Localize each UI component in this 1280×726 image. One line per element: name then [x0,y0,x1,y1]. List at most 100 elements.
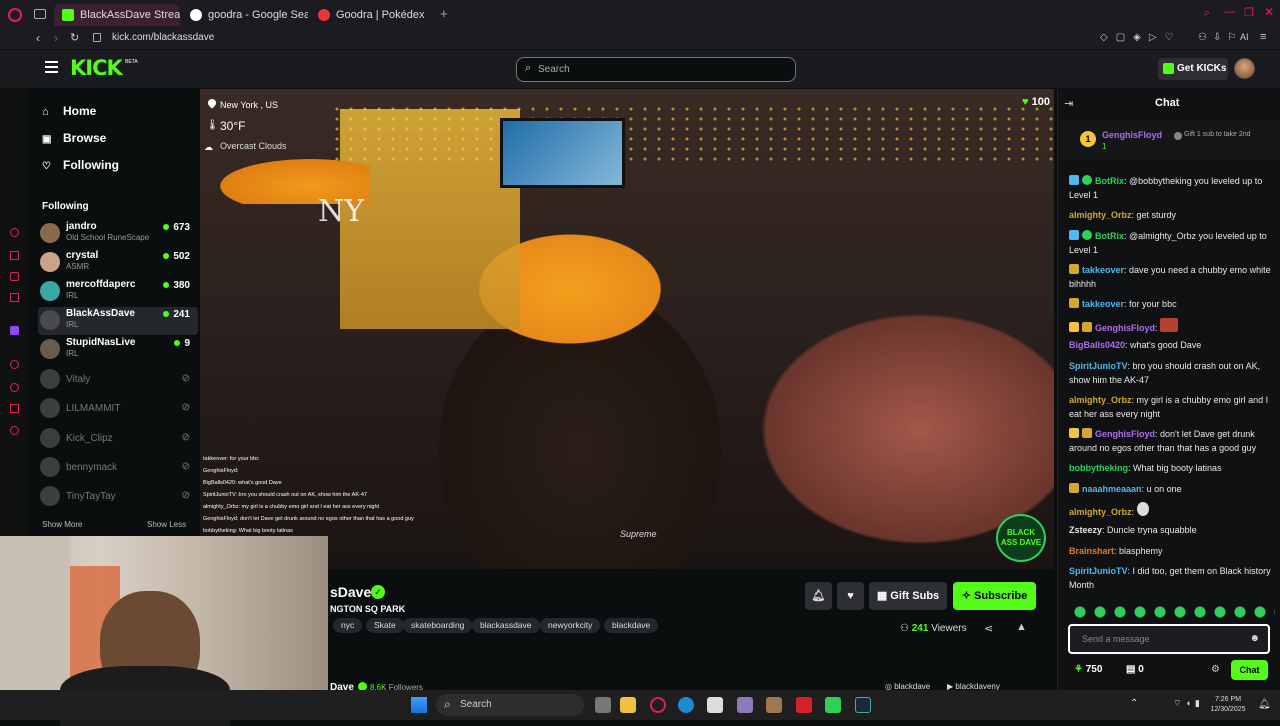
send-chat-button[interactable]: Chat [1231,660,1268,680]
pinned-gifter: 1 GenghisFloyd 1 Gift 1 sub to take 2nd [1058,119,1280,161]
sidebar-settings-icon[interactable] [10,426,19,435]
sidebar-twitch-icon[interactable] [10,326,19,335]
new-tab-icon[interactable]: + [440,6,448,21]
search-tabs-icon[interactable]: ⌕ [1204,7,1210,20]
chat-panel: ⇥ Chat 1 GenghisFloyd 1 Gift 1 sub to ta… [1057,89,1280,690]
channel-mercoffdaperc[interactable]: mercoffdaperc IRL 380 [38,278,198,306]
subscribe-button[interactable]: ✧ Subscribe [953,582,1036,610]
store-button[interactable]: ▤ 0 [1126,664,1144,675]
sidebar-messenger-icon[interactable] [10,272,19,281]
ai-button[interactable]: AI [1240,32,1249,42]
channel-stupidnaslive[interactable]: StupidNasLive IRL 9 [38,336,198,364]
channel-blackassdave[interactable]: BlackAssDave IRL 241 [38,307,198,335]
nav-following[interactable]: ♡ Following [42,158,119,172]
channel-bennymack[interactable]: bennymack ⊘ [38,454,198,482]
maximize-icon[interactable]: ❐ [1244,6,1254,19]
chat-message: BigBalls0420: what's good Dave [1069,340,1202,350]
stream-title: NGTON SQ PARK [330,604,406,614]
report-icon[interactable]: ▲ [1016,621,1027,633]
emoji-icon[interactable]: ☻ [1249,633,1260,644]
kick-logo[interactable]: KICK [70,56,123,80]
channel-tinytaytay[interactable]: TinyTayTay ⊘ [38,483,198,511]
avatar [40,398,60,418]
channel-vitaly[interactable]: Vitaly ⊘ [38,366,198,394]
steam-icon[interactable] [855,697,871,713]
show-less-button[interactable]: Show Less [147,520,186,529]
tag-skateboarding[interactable]: skateboarding [403,618,473,633]
tab-google-search[interactable]: goodra - Google Search [182,4,308,26]
clock[interactable]: 7:26 PM 12/30/2025 [1210,695,1246,715]
tag-blackassdave[interactable]: blackassdave [472,618,540,633]
get-kicks-button[interactable]: Get KICKs [1158,58,1228,80]
tray-status-icons[interactable]: ⌔◖▮ [1173,698,1204,709]
opera-logo-icon[interactable] [8,8,22,22]
gift-subs-button[interactable]: ▦ Gift Subs [869,582,947,610]
app-icon[interactable] [737,697,753,713]
sidebar-whatsapp-icon[interactable] [10,293,19,302]
forward-icon[interactable]: › [54,31,58,45]
toolbar-menu-icons[interactable]: ⚇⇩⚐ [1198,32,1242,43]
collapse-chat-icon[interactable]: ⇥ [1064,97,1073,110]
rank-1-icon: 1 [1080,131,1096,147]
tag-skate[interactable]: Skate [366,618,404,633]
url-field[interactable]: kick.com/blackassdave [112,32,214,43]
close-window-icon[interactable]: ✕ [1264,5,1274,19]
sidebar-bookmarks-icon[interactable] [10,251,19,260]
file-explorer-icon[interactable] [620,697,636,713]
show-more-button[interactable]: Show More [42,520,82,529]
edge-icon[interactable] [678,697,694,713]
search-input[interactable]: ⌕ Search [516,57,796,82]
cloud-icon: ☁ [204,142,213,152]
user-avatar[interactable] [1234,58,1255,79]
kick-taskbar-icon[interactable] [825,697,841,713]
windows-start-icon[interactable] [411,697,427,713]
live-dot-icon [174,340,181,347]
thermometer-icon: 🌡 [206,120,219,131]
hamburger-menu-icon[interactable] [45,61,58,63]
sidebar-extensions-icon[interactable] [10,404,19,413]
tag-blackdave[interactable]: blackdave [604,618,659,633]
points-icon: ⚘ [1074,664,1086,675]
chat-message: almighty_Orbz: get sturdy [1069,210,1177,220]
chat-settings-icon[interactable]: ⚙ [1211,664,1220,675]
channel-crystal[interactable]: crystal ASMR 502 [38,249,198,277]
tray-chevron-icon[interactable]: ⌃ [1130,698,1138,709]
lock-icon [93,33,101,42]
taskbar-search[interactable]: ⌕ Search [436,694,584,716]
notification-bell-button[interactable]: 🔔︎ [805,582,832,610]
store-taskbar-icon[interactable] [707,697,723,713]
gift-icon: ▦ [876,590,891,602]
sidebar-player-icon[interactable] [10,360,19,369]
tag-nyc[interactable]: nyc [333,618,363,633]
notifications-icon[interactable]: 🔔︎ [1258,699,1271,710]
app-icon[interactable] [796,697,812,713]
sidebar-speed-dial-icon[interactable] [10,228,19,237]
channel-jandro[interactable]: jandro Old School RuneScape 673 [38,220,198,248]
tab-pokedex[interactable]: Goodra | Pokédex [310,4,436,26]
task-view-icon[interactable] [595,697,611,713]
reload-icon[interactable]: ↻ [70,31,79,44]
quick-emotes-row[interactable] [1070,605,1275,619]
back-icon[interactable]: ‹ [36,31,40,45]
heart-icon: ♥ [847,590,854,602]
toolbar-extension-icons[interactable]: ◇▢◈▷♡ [1100,32,1181,43]
chat-title: Chat [1155,97,1180,109]
tab-overview-icon[interactable] [34,9,46,19]
opera-taskbar-icon[interactable] [650,697,666,713]
follow-button[interactable]: ♥ [837,582,864,610]
browser-menu-icon[interactable]: ≡ [1260,31,1266,43]
channel-points[interactable]: ⚘ 750 [1074,664,1102,675]
app-icon[interactable] [766,697,782,713]
tag-newyorkcity[interactable]: newyorkcity [540,618,601,633]
avatar [40,457,60,477]
channel-kick-clipz[interactable]: Kick_Clipz ⊘ [38,425,198,453]
video-player[interactable]: NY Supreme New York , US 🌡 30°F ☁ Overca… [200,89,1054,569]
sidebar-history-icon[interactable] [10,383,19,392]
share-icon[interactable]: ⋖ [984,622,993,635]
channel-lilmammit[interactable]: LILMAMMIT ⊘ [38,395,198,423]
minimize-icon[interactable]: — [1224,6,1235,18]
tab-kick-stream[interactable]: BlackAssDave Stream [54,4,180,26]
nav-home[interactable]: ⌂ Home [42,104,96,118]
nav-browse[interactable]: ▣ Browse [42,131,106,145]
chat-input[interactable]: Send a message ☻ [1068,624,1270,654]
